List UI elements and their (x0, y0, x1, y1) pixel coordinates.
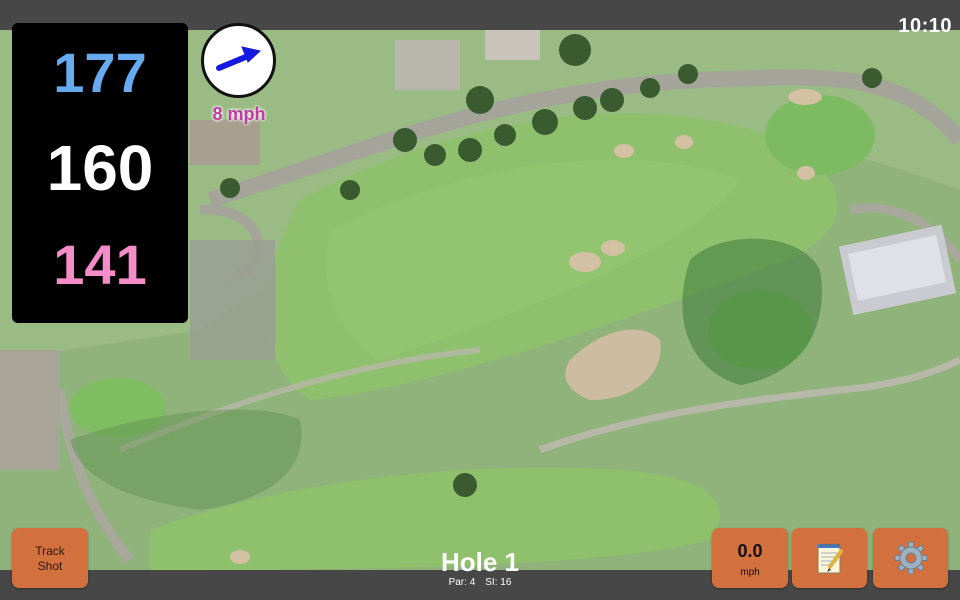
gear-icon (894, 541, 927, 575)
back-of-green-distance: 177 (53, 41, 147, 104)
hole-info: Par: 4 SI: 16 (380, 577, 580, 588)
speed-unit: mph (740, 566, 760, 578)
clock: 10:10 (898, 15, 952, 37)
front-of-green-distance: 141 (53, 233, 147, 296)
middle-of-green-distance: 160 (46, 132, 154, 204)
distance-panel: 177 160 141 (12, 23, 188, 323)
wind-speed-label: 8 mph (212, 104, 266, 124)
hole-stroke-index: SI: 16 (485, 577, 512, 588)
track-shot-label-line2: Shot (37, 558, 63, 573)
wind-arrow-icon (216, 46, 262, 71)
settings-button[interactable] (873, 528, 948, 588)
hole-title: Hole 1 (440, 547, 520, 577)
notepad-icon (817, 543, 844, 574)
track-shot-label-line1: Track (35, 543, 65, 558)
notes-button[interactable] (792, 528, 867, 588)
speed-button[interactable]: 0.0 mph (712, 528, 788, 588)
hole-par: Par: 4 (448, 577, 476, 588)
wind-indicator (201, 23, 276, 98)
speed-value: 0.0 (737, 540, 763, 561)
track-shot-button[interactable]: Track Shot (12, 528, 88, 588)
